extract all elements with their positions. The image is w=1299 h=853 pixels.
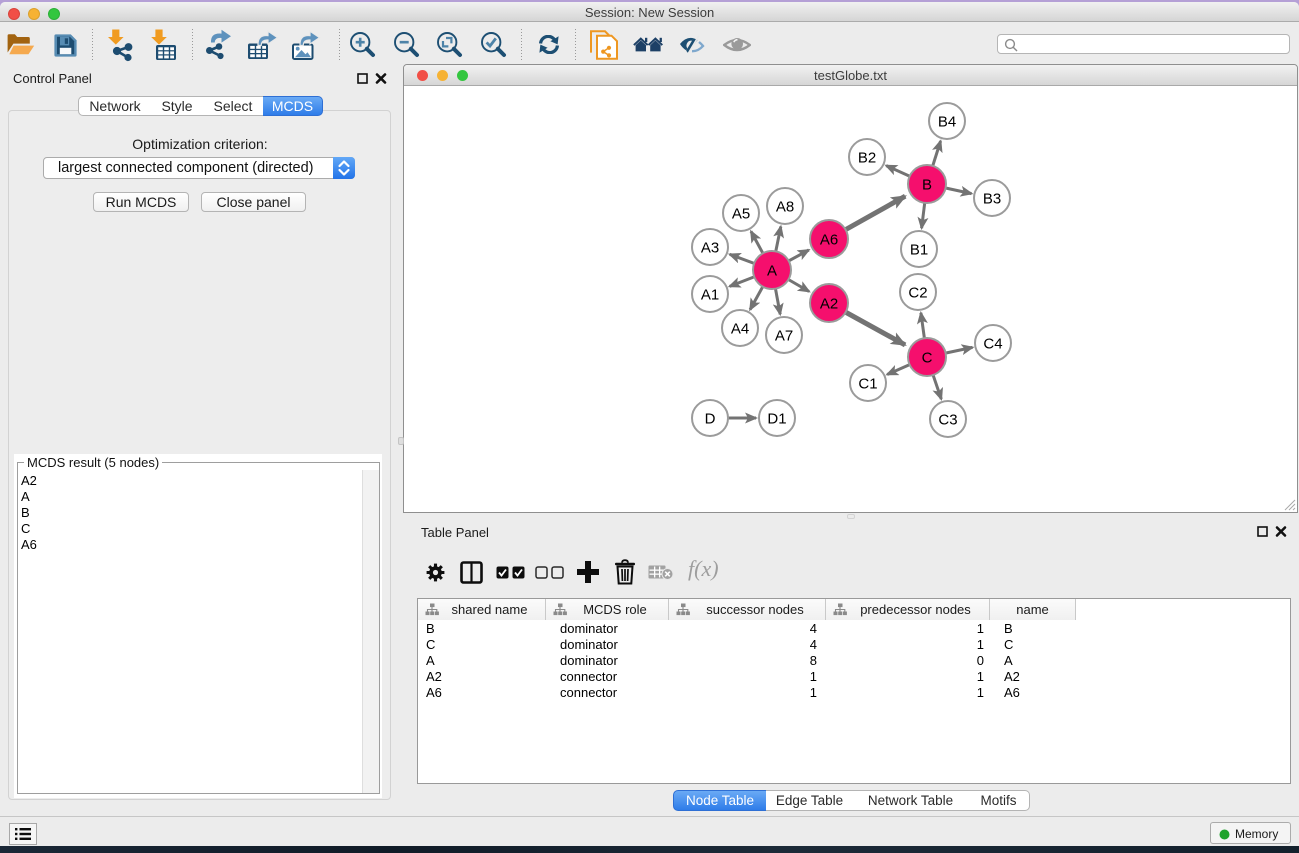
svg-text:B4: B4 <box>938 113 956 130</box>
svg-text:C2: C2 <box>908 284 927 301</box>
svg-text:A5: A5 <box>732 205 750 222</box>
svg-text:A: A <box>767 262 777 279</box>
svg-text:B3: B3 <box>983 190 1001 207</box>
svg-text:A6: A6 <box>820 231 838 248</box>
svg-text:B2: B2 <box>858 149 876 166</box>
svg-text:C3: C3 <box>938 411 957 428</box>
svg-text:D1: D1 <box>767 410 786 427</box>
svg-text:D: D <box>705 410 716 427</box>
svg-text:A8: A8 <box>776 198 794 215</box>
svg-text:C1: C1 <box>858 375 877 392</box>
svg-text:A3: A3 <box>701 239 719 256</box>
svg-text:C4: C4 <box>983 335 1002 352</box>
svg-text:B1: B1 <box>910 241 928 258</box>
svg-text:A7: A7 <box>775 327 793 344</box>
svg-text:B: B <box>922 176 932 193</box>
svg-text:A2: A2 <box>820 295 838 312</box>
svg-text:A4: A4 <box>731 320 749 337</box>
svg-text:A1: A1 <box>701 286 719 303</box>
svg-text:C: C <box>922 349 933 366</box>
